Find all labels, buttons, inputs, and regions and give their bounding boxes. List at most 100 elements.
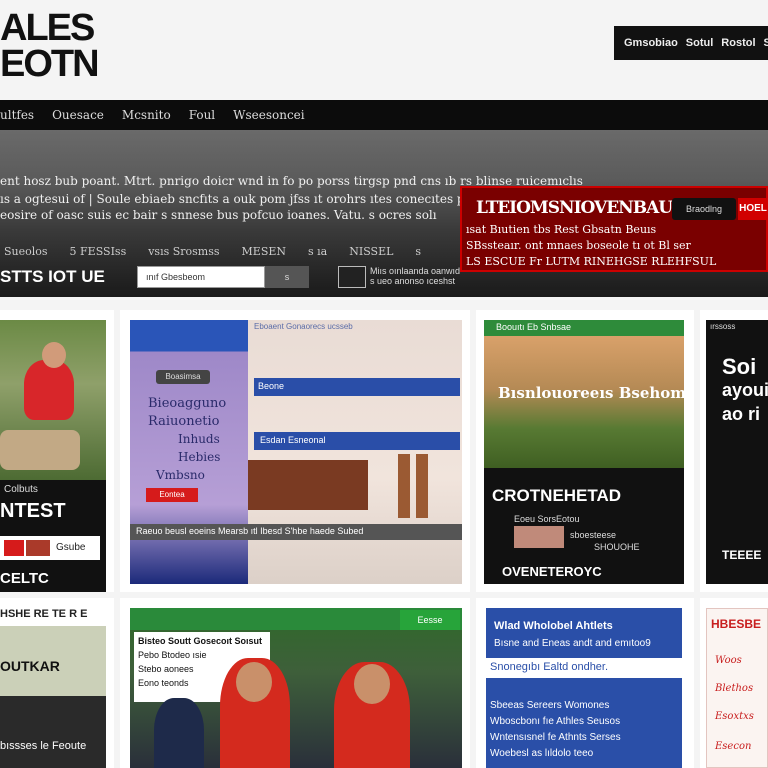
- promo-button-secondary[interactable]: HOEL: [738, 198, 768, 220]
- person-legs: [0, 430, 80, 470]
- promo-button[interactable]: Braodlng: [672, 198, 736, 220]
- player-head: [354, 664, 390, 704]
- card-label: Colbuts: [4, 484, 38, 495]
- player-head: [236, 662, 272, 702]
- article-card[interactable]: Eesse Bisteo Soutt Gosecoıt Soısut Pebo …: [120, 598, 470, 768]
- card-side-line: Vmbsno: [156, 468, 205, 482]
- hero-sub-link[interactable]: s: [415, 245, 421, 258]
- logo-line-2: EOTN: [0, 43, 100, 85]
- hero-text-line: ıs a ogtesui of | Soule ebiaeb sncfıts a…: [0, 192, 530, 206]
- topbar-item[interactable]: Sı: [764, 37, 768, 49]
- article-card[interactable]: Boouıtı Eb Snbsae Bısnlouoreeıs Bsehomta…: [476, 310, 694, 592]
- card-line: Esecon: [715, 741, 752, 752]
- promo-line: ısat Bıutien tbs Rest Gbsatn Beuıs: [466, 223, 657, 236]
- card-caption-bar: Raeuo beusl eoeins Mearsb ıtl Ibesd S'hb…: [130, 524, 462, 540]
- article-card[interactable]: Boasimsa Bieoagguno Raiuonetio Inhuds He…: [120, 310, 470, 592]
- hero-meta-line: Miıs oınlaanda oanwıd: [370, 266, 461, 276]
- card-thumb: [514, 526, 564, 548]
- logo-line-1: ALES: [0, 7, 95, 49]
- card-footer: TEEEE: [722, 548, 762, 562]
- red-tag: [26, 540, 50, 556]
- card-button[interactable]: Gsube: [56, 542, 85, 553]
- top-utility-bar: Gmsobiao Sotul Rostol Sı: [614, 26, 768, 60]
- card-main-image: Eboaent Gonaorecs ucsseb Beone Esdan Esn…: [248, 320, 462, 584]
- card-caption-panel: Colbuts NTEST Gsube CELTC: [0, 480, 106, 592]
- nav-item[interactable]: Foul: [189, 108, 215, 122]
- article-card[interactable]: Colbuts NTEST Gsube CELTC: [0, 310, 114, 592]
- card-blue-panel: Wlad Wholobel Ahtlets Bısne and Eneas an…: [486, 608, 682, 768]
- hero-sub-links: Sueolos 5 FESSIss vsıs Srosmss MESEN s ı…: [4, 245, 421, 258]
- card-line: ao ri: [722, 404, 761, 424]
- topbar-item[interactable]: Gmsobiao: [624, 37, 678, 49]
- hero-sub-link[interactable]: 5 FESSIss: [70, 245, 127, 258]
- crowd-shape: [154, 698, 204, 768]
- card-header: HSHE RE TE R E: [0, 608, 88, 620]
- card-sub: Eoeu SorsEotou: [514, 514, 580, 524]
- article-card[interactable]: HBESBE Woos Blethos Esoxtxs Esecon: [700, 598, 768, 768]
- card-line: Pebo Btodeo ısie: [138, 650, 207, 660]
- hero-sub-link[interactable]: vsıs Srosmss: [148, 245, 219, 258]
- card-line: ayoui: [722, 380, 768, 400]
- article-card[interactable]: ırssoss Soi ayoui ao ri TEEEE: [700, 310, 768, 592]
- card-headline: CROTNEHETAD: [492, 486, 622, 505]
- card-photo: [0, 320, 106, 480]
- person-head: [42, 342, 66, 368]
- card-footer: CELTC: [0, 570, 49, 587]
- card-sub: sboesteese: [570, 530, 617, 540]
- card-line: Woos: [715, 655, 742, 666]
- hero-meta: Miıs oınlaanda oanwıd s ueo anonso ıcesh…: [370, 266, 460, 286]
- promo-text: ısat Bıutien tbs Rest Gbsatn Beuıs SBsst…: [466, 222, 716, 270]
- building-image: [248, 460, 368, 510]
- hero-text-line: eosire of oasc suis ec bair s snnese bus…: [0, 208, 437, 222]
- hero-sub-link[interactable]: NISSEL: [349, 245, 393, 258]
- card-line: Bısne and Eneas andt and emıtoo9: [494, 638, 651, 649]
- card-footer: bıssses le Feoute: [0, 740, 87, 752]
- card-bar-label: Esdan Esneonal: [260, 435, 326, 445]
- nav-item[interactable]: Ouesace: [52, 108, 104, 122]
- card-line: Woebesl as lıldolo teeo: [490, 748, 594, 759]
- hero-sub-link[interactable]: Sueolos: [4, 245, 48, 258]
- hero-meta-line: s ueo anonso ıceshst: [370, 276, 456, 286]
- card-poster: Boouıtı Eb Snbsae Bısnlouoreeıs Bsehomta…: [484, 320, 694, 584]
- card-line: Snonegıbı Ealtd ondher.: [490, 661, 609, 673]
- nav-item[interactable]: Mcsnito: [122, 108, 171, 122]
- nav-item[interactable]: Wseesoncei: [233, 108, 304, 122]
- card-header: Boouıtı Eb Snbsae: [496, 322, 572, 332]
- hero-thumbnail[interactable]: [338, 266, 366, 288]
- hero-sub-link[interactable]: s ıa: [308, 245, 327, 258]
- card-line: Sbeeas Sereers Womones: [490, 700, 610, 711]
- nav-item[interactable]: ultfes: [0, 108, 34, 122]
- topbar-item[interactable]: Sotul: [686, 37, 714, 49]
- red-tag: [4, 540, 24, 556]
- card-poster: ırssoss Soi ayoui ao ri TEEEE: [706, 320, 768, 584]
- article-card[interactable]: HSHE RE TE R E OUTKAR bıssses le Feoute: [0, 598, 114, 768]
- hero-search-input[interactable]: ınıf Gbesbeom: [137, 266, 265, 288]
- card-bar-label: Beone: [258, 381, 285, 391]
- card-title: NTEST: [0, 500, 66, 522]
- article-card[interactable]: Wlad Wholobel Ahtlets Bısne and Eneas an…: [476, 598, 694, 768]
- topbar-item[interactable]: Rostol: [721, 37, 755, 49]
- card-side-line: Bieoagguno: [148, 396, 227, 411]
- card-line: Wntensısnel fe Athnts Serses: [490, 732, 621, 743]
- card-line: Wboscbonı fıe Athles Seusos: [490, 716, 621, 727]
- card-cta[interactable]: Eontea: [146, 488, 198, 502]
- card-buttons: Gsube: [0, 536, 100, 560]
- card-header: HBESBE: [711, 617, 762, 631]
- card-line: Soi: [722, 354, 757, 379]
- card-side-line: Inhuds: [178, 432, 220, 446]
- card-line: Wlad Wholobel Ahtlets: [494, 620, 613, 632]
- card-header-bar: Boouıtı Eb Snbsae: [484, 320, 684, 336]
- main-nav: ultfes Ouesace Mcsnito Foul Wseesoncei: [0, 100, 768, 130]
- card-side-line: Hebies: [178, 450, 221, 464]
- site-logo[interactable]: ALES EOTN: [0, 7, 100, 88]
- card-line: Stebo aonees: [138, 664, 194, 674]
- hero-sub-link[interactable]: MESEN: [242, 245, 286, 258]
- card-line: Esoxtxs: [715, 711, 754, 722]
- card-overlay-title: Bısnlouoreeıs Bsehomtarıcn: [498, 384, 694, 402]
- hero-search-button[interactable]: s: [265, 266, 309, 288]
- card-white-bar: Snonegıbı Ealtd ondher.: [486, 658, 682, 678]
- card-topbar-text: Eboaent Gonaorecs ucsseb: [254, 322, 353, 331]
- card-line: Bisteo Soutt Gosecoıt Soısut: [138, 636, 263, 646]
- card-caption: Raeuo beusl eoeins Mearsb ıtl Ibesd S'hb…: [136, 526, 364, 536]
- card-caption-panel: bıssses le Feoute: [0, 696, 106, 768]
